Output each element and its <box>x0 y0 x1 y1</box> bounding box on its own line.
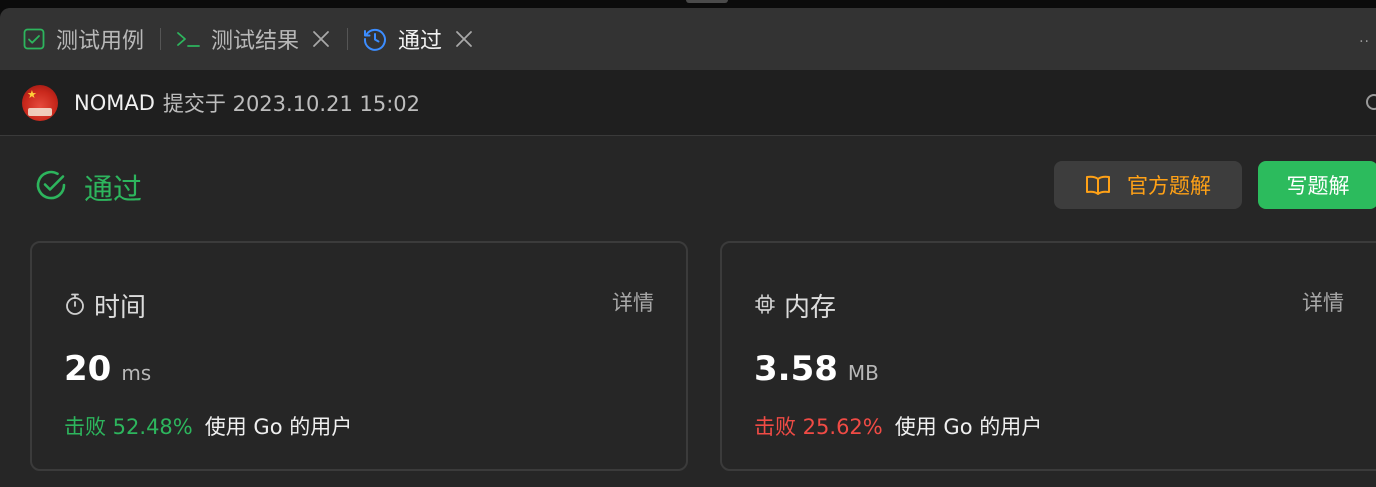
official-solution-label: 官方题解 <box>1127 174 1211 198</box>
runtime-unit: ms <box>121 361 152 385</box>
beats-percentage: 击败 25.62% <box>754 415 883 439</box>
star-icon: ★ <box>27 87 37 101</box>
beats-text: 使用 Go 的用户 <box>894 415 1043 439</box>
beats-text: 使用 Go 的用户 <box>204 415 353 439</box>
runtime-number: 20 <box>64 349 112 389</box>
runtime-card: 时间 详情 20 ms 击败 52.48% 使用 Go 的用户 <box>30 241 688 471</box>
tab-passed[interactable]: 通过 <box>362 8 474 70</box>
book-icon <box>1085 174 1111 196</box>
status-label: 通过 <box>84 172 143 206</box>
check-circle-icon <box>34 168 68 206</box>
memory-card: 内存 详情 3.58 MB 击败 25.62% 使用 Go 的用户 <box>720 241 1376 471</box>
tab-test-cases[interactable]: 测试用例 <box>22 8 144 70</box>
memory-value: 3.58 MB <box>754 349 879 389</box>
avatar-decoration <box>28 107 52 116</box>
avatar[interactable]: ★ <box>22 84 58 121</box>
close-icon[interactable] <box>454 29 474 49</box>
memory-detail-link[interactable]: 详情 <box>1302 287 1344 317</box>
more-icon[interactable]: ·· <box>1359 34 1370 50</box>
memory-unit: MB <box>847 361 879 385</box>
tab-divider <box>160 28 162 50</box>
stopwatch-icon <box>64 292 86 320</box>
card-header: 内存 <box>754 287 836 324</box>
card-header: 时间 <box>64 287 146 324</box>
history-icon <box>362 26 388 52</box>
result-panel: 测试用例 测试结果 通过 ·· ★ NOMAD 提交于 2023.10.21 1… <box>0 8 1376 487</box>
beats-percentage: 击败 52.48% <box>64 415 193 439</box>
tab-label: 测试用例 <box>56 29 145 54</box>
circle-icon[interactable] <box>1366 94 1376 110</box>
runtime-detail-link[interactable]: 详情 <box>612 287 654 317</box>
terminal-icon <box>175 27 201 51</box>
submitted-time: 提交于 2023.10.21 15:02 <box>162 91 421 116</box>
tab-divider <box>347 28 349 50</box>
tab-label: 测试结果 <box>211 29 300 54</box>
checkbox-icon <box>22 27 46 51</box>
memory-beats: 击败 25.62% 使用 Go 的用户 <box>754 411 1042 441</box>
card-title: 时间 <box>94 293 147 323</box>
close-icon[interactable] <box>311 29 331 49</box>
runtime-beats: 击败 52.48% 使用 Go 的用户 <box>64 411 352 441</box>
card-title: 内存 <box>784 293 837 323</box>
tab-bar: 测试用例 测试结果 通过 ·· <box>0 8 1376 70</box>
write-solution-button[interactable]: 写题解 <box>1258 161 1376 209</box>
chip-icon <box>754 293 776 319</box>
memory-number: 3.58 <box>754 349 838 389</box>
tab-test-result[interactable]: 测试结果 <box>175 8 331 70</box>
submission-status: 通过 <box>34 166 142 208</box>
submission-info: ★ NOMAD 提交于 2023.10.21 15:02 <box>0 70 1376 136</box>
tab-label: 通过 <box>398 29 443 54</box>
runtime-value: 20 ms <box>64 349 151 389</box>
window-notch <box>686 0 728 3</box>
official-solution-button[interactable]: 官方题解 <box>1054 161 1242 209</box>
submitter-name[interactable]: NOMAD <box>74 91 155 115</box>
